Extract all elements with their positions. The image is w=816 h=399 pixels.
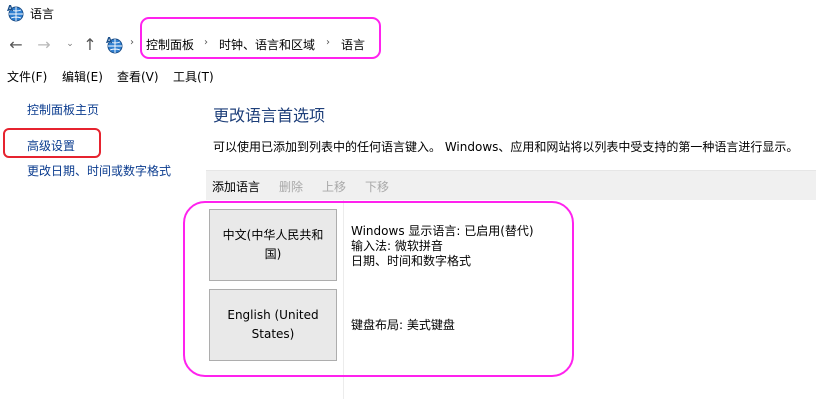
advanced-settings-highlight xyxy=(3,128,101,158)
sidebar-control-panel-home[interactable]: 控制面板主页 xyxy=(27,101,99,118)
menu-bar: 文件(F) 编辑(E) 查看(V) 工具(T) xyxy=(0,64,816,86)
sidebar-change-date-time-format[interactable]: 更改日期、时间或数字格式 xyxy=(27,162,171,179)
svg-text:A: A xyxy=(7,4,14,13)
menu-tools[interactable]: 工具(T) xyxy=(173,68,214,85)
add-language-button[interactable]: 添加语言 xyxy=(212,178,260,195)
menu-view[interactable]: 查看(V) xyxy=(117,68,159,85)
up-arrow-icon[interactable]: ↑ xyxy=(80,34,100,54)
page-description: 可以使用已添加到列表中的任何语言键入。 Windows、应用和网站将以列表中受支… xyxy=(213,140,799,154)
breadcrumb-separator-icon[interactable]: › xyxy=(130,37,134,48)
navigation-bar: ← → ⌄ ↑ A › 控制面板 › 时钟、语言和区域 › 语言 xyxy=(0,28,816,62)
address-bar-highlight xyxy=(140,17,381,59)
recent-locations-chevron-icon[interactable]: ⌄ xyxy=(60,34,80,54)
forward-arrow-icon[interactable]: → xyxy=(34,34,54,54)
language-globe-icon: A xyxy=(7,4,24,22)
title-bar: A 语言 xyxy=(0,0,816,26)
remove-language-button[interactable]: 删除 xyxy=(279,178,303,195)
menu-edit[interactable]: 编辑(E) xyxy=(62,68,103,85)
move-down-button[interactable]: 下移 xyxy=(365,178,389,195)
menu-file[interactable]: 文件(F) xyxy=(7,68,47,85)
page-title: 更改语言首选项 xyxy=(213,106,326,125)
window-title: 语言 xyxy=(30,7,55,21)
language-toolbar: 添加语言 删除 上移 下移 xyxy=(206,170,816,200)
language-globe-icon: A xyxy=(106,36,123,54)
move-up-button[interactable]: 上移 xyxy=(322,178,346,195)
language-list-highlight xyxy=(183,201,574,377)
svg-text:A: A xyxy=(106,36,113,45)
back-arrow-icon[interactable]: ← xyxy=(6,34,26,54)
